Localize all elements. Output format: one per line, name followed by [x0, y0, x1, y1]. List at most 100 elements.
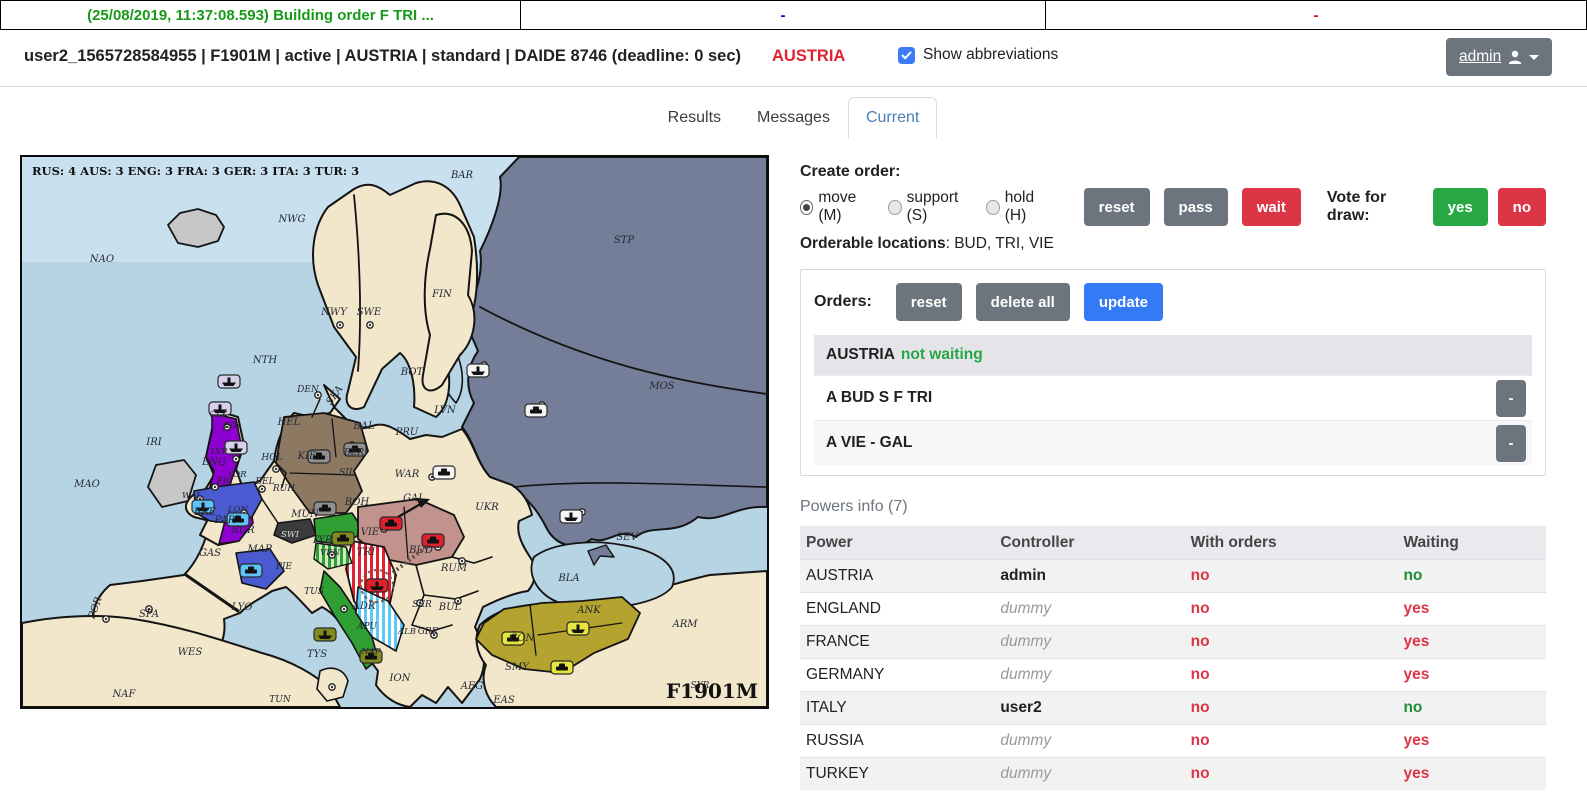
tab-current[interactable]: Current: [848, 97, 937, 139]
svg-text:BAR: BAR: [450, 170, 474, 181]
svg-text:SWI: SWI: [281, 530, 300, 540]
orders-list: AUSTRIA not waiting A BUD S F TRI-A VIE …: [814, 335, 1532, 465]
vote-no-button[interactable]: no: [1498, 188, 1546, 226]
wait-button[interactable]: wait: [1242, 188, 1301, 226]
waiting-value: yes: [1397, 593, 1546, 626]
svg-text:NWG: NWG: [277, 214, 305, 225]
svg-text:LON: LON: [227, 505, 249, 515]
radio-icon[interactable]: [986, 200, 999, 215]
reset-button[interactable]: reset: [1084, 188, 1150, 226]
svg-text:GRE: GRE: [418, 627, 439, 637]
remove-order-button[interactable]: -: [1496, 380, 1526, 417]
checkbox-checked-icon[interactable]: [898, 47, 915, 64]
orders-reset-button[interactable]: reset: [896, 283, 962, 321]
unit-russia-fleet: [467, 364, 489, 377]
svg-text:SER: SER: [412, 600, 432, 610]
unit-russia-fleet: [560, 510, 582, 523]
game-map[interactable]: NAONWGBARSTPMOSFINNWYSWEBOTNTHSKADENHELB…: [20, 155, 769, 709]
order-type-radio-support[interactable]: support (S): [888, 189, 973, 225]
diplomacy-map-svg[interactable]: NAONWGBARSTPMOSFINNWYSWEBOTNTHSKADENHELB…: [22, 157, 767, 707]
power-row-italy: ITALYuser2nono: [800, 692, 1546, 725]
column-header-controller: Controller: [994, 526, 1184, 560]
svg-text:TYR: TYR: [312, 535, 333, 546]
svg-text:TYS: TYS: [307, 649, 327, 660]
order-row: A BUD S F TRI-: [814, 375, 1532, 420]
order-row: A VIE - GAL-: [814, 420, 1532, 465]
power-row-france: FRANCEdummynoyes: [800, 626, 1546, 659]
tab-results[interactable]: Results: [650, 97, 739, 139]
waiting-value: yes: [1397, 758, 1546, 791]
orders-delete-all-button[interactable]: delete all: [976, 283, 1070, 321]
controller-name: dummy: [994, 725, 1184, 758]
pass-button[interactable]: pass: [1164, 188, 1228, 226]
radio-label: support (S): [907, 189, 974, 225]
with-orders-value: no: [1185, 626, 1398, 659]
unit-austria-army: [380, 517, 402, 530]
svg-text:TRI: TRI: [357, 547, 376, 558]
waiting-value: yes: [1397, 659, 1546, 692]
remove-order-button[interactable]: -: [1496, 425, 1526, 462]
controller-name: dummy: [994, 659, 1184, 692]
waiting-value: yes: [1397, 725, 1546, 758]
svg-text:AEG: AEG: [460, 681, 484, 692]
svg-text:BOT: BOT: [400, 367, 425, 378]
svg-text:MUN: MUN: [290, 509, 320, 520]
current-power-label: AUSTRIA: [772, 47, 845, 66]
svg-text:VEN: VEN: [320, 548, 340, 558]
orders-panel: Orders: resetdelete allupdate AUSTRIA no…: [800, 269, 1546, 476]
header-divider: [0, 86, 1587, 87]
order-sidebar: Create order: move (M)support (S)hold (H…: [800, 163, 1546, 790]
column-header-with-orders: With orders: [1185, 526, 1398, 560]
unit-italy-fleet: [314, 628, 336, 641]
user-menu-button[interactable]: admin: [1446, 38, 1552, 76]
svg-text:HOL: HOL: [260, 453, 282, 463]
svg-text:EDI: EDI: [223, 421, 241, 431]
svg-text:MAO: MAO: [73, 479, 100, 490]
powers-table: PowerControllerWith ordersWaiting AUSTRI…: [800, 526, 1546, 790]
svg-text:SWE: SWE: [357, 307, 382, 318]
unit-france-army: [240, 564, 262, 577]
svg-text:NTH: NTH: [252, 355, 277, 366]
svg-text:ALB: ALB: [397, 627, 416, 637]
vote-for-draw-label: Vote for draw:: [1327, 189, 1421, 225]
show-abbreviations-label: Show abbreviations: [923, 46, 1058, 64]
svg-text:BUD: BUD: [408, 545, 433, 556]
order-type-radio-hold[interactable]: hold (H): [986, 189, 1052, 225]
waiting-value: yes: [1397, 626, 1546, 659]
svg-text:WES: WES: [178, 647, 203, 658]
svg-text:RUH: RUH: [272, 484, 295, 494]
svg-text:GAS: GAS: [199, 548, 221, 559]
radio-icon[interactable]: [888, 200, 901, 215]
svg-text:SPA: SPA: [139, 609, 159, 620]
controller-name: dummy: [994, 626, 1184, 659]
orderable-locations-label: Orderable locations: [800, 235, 946, 252]
tab-messages[interactable]: Messages: [739, 97, 848, 139]
unit-turkey-army: [551, 661, 573, 674]
order-type-radio-move[interactable]: move (M): [800, 189, 875, 225]
svg-text:ARM: ARM: [672, 619, 699, 630]
svg-text:BAL: BAL: [352, 421, 375, 432]
svg-text:TUS: TUS: [304, 587, 324, 597]
svg-text:ION: ION: [389, 673, 412, 684]
tab-bar: ResultsMessagesCurrent: [0, 97, 1587, 139]
svg-text:RUM: RUM: [440, 563, 468, 574]
orders-update-button[interactable]: update: [1084, 283, 1163, 321]
show-abbreviations-toggle[interactable]: Show abbreviations: [898, 46, 1058, 64]
power-row-england: ENGLANDdummynoyes: [800, 593, 1546, 626]
with-orders-value: no: [1185, 593, 1398, 626]
power-name: GERMANY: [800, 659, 994, 692]
powers-info-title: Powers info (7): [800, 498, 1546, 516]
svg-text:UKR: UKR: [475, 502, 499, 513]
vote-yes-button[interactable]: yes: [1433, 188, 1488, 226]
with-orders-value: no: [1185, 560, 1398, 593]
with-orders-value: no: [1185, 692, 1398, 725]
svg-text:PIE: PIE: [275, 562, 293, 572]
power-name: ENGLAND: [800, 593, 994, 626]
power-name: TURKEY: [800, 758, 994, 791]
svg-text:SEV: SEV: [616, 532, 639, 543]
radio-icon[interactable]: [800, 200, 813, 215]
unit-italy-army: [332, 532, 354, 545]
power-row-turkey: TURKEYdummynoyes: [800, 758, 1546, 791]
unit-austria-fleet: [366, 579, 388, 592]
orders-status-row: AUSTRIA not waiting: [814, 335, 1532, 375]
